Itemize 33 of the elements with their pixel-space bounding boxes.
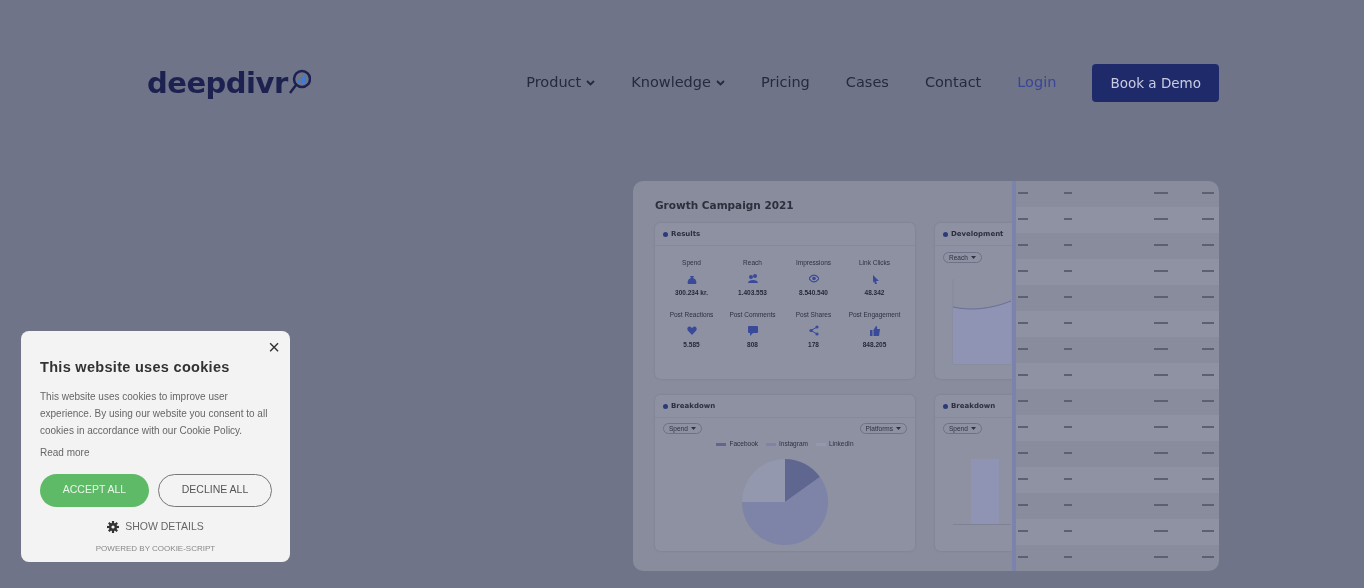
nav-link[interactable]: Contact <box>924 72 982 94</box>
eye-icon <box>808 272 819 284</box>
decline-all-button[interactable]: DECLINE ALL <box>158 473 272 507</box>
cookie-text: This website uses cookies to improve user experience. By using our website you consent to all cookies in accordance with our Cookie Policy. <box>40 389 269 438</box>
read-more-link[interactable]: Read more <box>40 443 90 461</box>
show-details-button[interactable]: SHOW DETAILS <box>107 518 204 535</box>
caret-down-icon <box>690 427 696 431</box>
cookie-title: This website uses cookies <box>40 358 231 377</box>
accept-all-button[interactable]: ACCEPT ALL <box>40 473 149 507</box>
nav-link[interactable]: Cases <box>845 72 889 94</box>
info-icon <box>943 231 948 237</box>
speech-bubble-icon <box>747 324 758 336</box>
powered-by-text: POWERED BY COOKIE-SCRIPT <box>95 542 216 555</box>
thumbs-up-icon <box>869 324 880 336</box>
caret-down-icon <box>896 427 901 431</box>
book-demo-button[interactable]: Book a Demo <box>1092 63 1219 103</box>
close-button[interactable]: × <box>268 337 280 357</box>
nav-link[interactable]: Pricing <box>760 72 810 94</box>
magnifier-logo-icon <box>288 69 311 95</box>
dashboard-title: Growth Campaign 2021 <box>655 198 795 213</box>
info-icon <box>663 403 668 409</box>
bar-chart-drawing <box>953 459 1011 526</box>
info-icon <box>663 231 668 237</box>
nav-link[interactable]: Knowledge <box>631 72 725 94</box>
info-icon <box>943 403 948 409</box>
people-icon <box>747 272 758 284</box>
nav-link[interactable]: Product <box>526 72 596 94</box>
gear-icon <box>107 520 120 533</box>
heart-icon <box>686 324 697 336</box>
share-icon <box>808 324 819 336</box>
logo-text[interactable]: deepdivr <box>147 68 288 98</box>
caret-down-icon <box>970 256 976 260</box>
caret-down-icon <box>970 427 976 431</box>
